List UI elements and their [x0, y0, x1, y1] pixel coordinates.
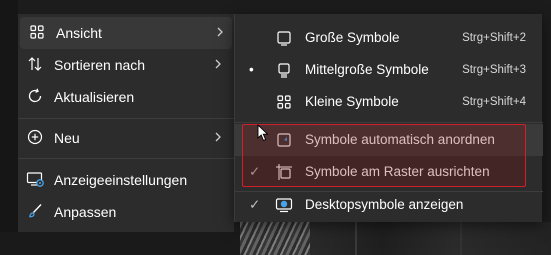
refresh-icon [28, 88, 42, 103]
checkmark-icon: ✓ [249, 197, 261, 212]
submenu-item-label: Mittelgroße Symbole [305, 62, 429, 77]
sort-arrows-icon [28, 57, 42, 71]
selection-mark [249, 30, 263, 46]
submenu-item-small-icons[interactable]: Kleine Symbole Strg+Shift+4 [235, 86, 543, 118]
desktop-wallpaper-fragment-2 [310, 222, 551, 255]
grid-view-icon [30, 25, 44, 39]
submenu-item-label: Kleine Symbole [305, 94, 399, 109]
menu-item-label: Anpassen [54, 204, 117, 220]
chevron-right-icon [215, 59, 221, 69]
align-grid-icon [276, 164, 292, 180]
chevron-right-icon [217, 27, 223, 37]
paintbrush-icon [29, 204, 42, 218]
view-submenu: Große Symbole Strg+Shift+2 • Mittelgroße… [234, 14, 543, 222]
menu-item-view[interactable]: Ansicht [20, 17, 232, 49]
keyboard-shortcut: Strg+Shift+4 [462, 96, 526, 108]
menu-item-label: Sortieren nach [54, 57, 146, 73]
menu-item-label: Anzeigeeinstellungen [54, 172, 188, 188]
desktop-context-menu: Ansicht Sortieren nach Aktualisieren Neu… [18, 14, 234, 232]
submenu-separator [235, 122, 543, 123]
menu-item-label: Ansicht [56, 25, 102, 41]
submenu-item-align-grid[interactable]: ✓ Symbole am Raster ausrichten [235, 156, 543, 188]
submenu-item-label: Symbole am Raster ausrichten [305, 164, 490, 179]
small-icons-icon [277, 95, 291, 109]
submenu-item-show-desktop-icons[interactable]: ✓ Desktopsymbole anzeigen [235, 189, 543, 221]
selection-mark [249, 94, 263, 110]
display-settings-icon [26, 172, 44, 187]
menu-separator [18, 118, 234, 119]
add-circle-icon [27, 129, 43, 145]
desktop-icons-icon [275, 198, 293, 213]
submenu-item-medium-icons[interactable]: • Mittelgroße Symbole Strg+Shift+3 [235, 54, 543, 86]
desktop-wallpaper-fragment [240, 222, 310, 255]
menu-item-label: Aktualisieren [54, 89, 135, 105]
menu-item-sort-by[interactable]: Sortieren nach [18, 49, 234, 81]
submenu-item-large-icons[interactable]: Große Symbole Strg+Shift+2 [235, 22, 543, 54]
auto-arrange-icon [277, 133, 291, 147]
medium-icons-icon [278, 63, 290, 78]
menu-item-label: Neu [54, 130, 80, 146]
menu-separator [18, 158, 234, 159]
menu-item-display-settings[interactable]: Anzeigeeinstellungen [18, 164, 234, 196]
keyboard-shortcut: Strg+Shift+2 [462, 32, 526, 44]
menu-item-new[interactable]: Neu [18, 122, 234, 154]
desktop-background-left [0, 0, 18, 255]
selection-bullet: • [249, 62, 254, 77]
menu-item-refresh[interactable]: Aktualisieren [18, 81, 234, 113]
keyboard-shortcut: Strg+Shift+3 [462, 64, 526, 76]
submenu-item-label: Symbole automatisch anordnen [305, 132, 495, 147]
checkmark-icon: ✓ [249, 164, 261, 179]
submenu-item-label: Desktopsymbole anzeigen [305, 197, 464, 212]
large-icons-icon [277, 31, 291, 46]
chevron-right-icon [215, 132, 221, 142]
submenu-item-label: Große Symbole [305, 30, 400, 45]
menu-item-personalize[interactable]: Anpassen [18, 196, 234, 228]
mouse-cursor-icon [257, 124, 269, 142]
submenu-item-auto-arrange[interactable]: Symbole automatisch anordnen [235, 124, 543, 156]
